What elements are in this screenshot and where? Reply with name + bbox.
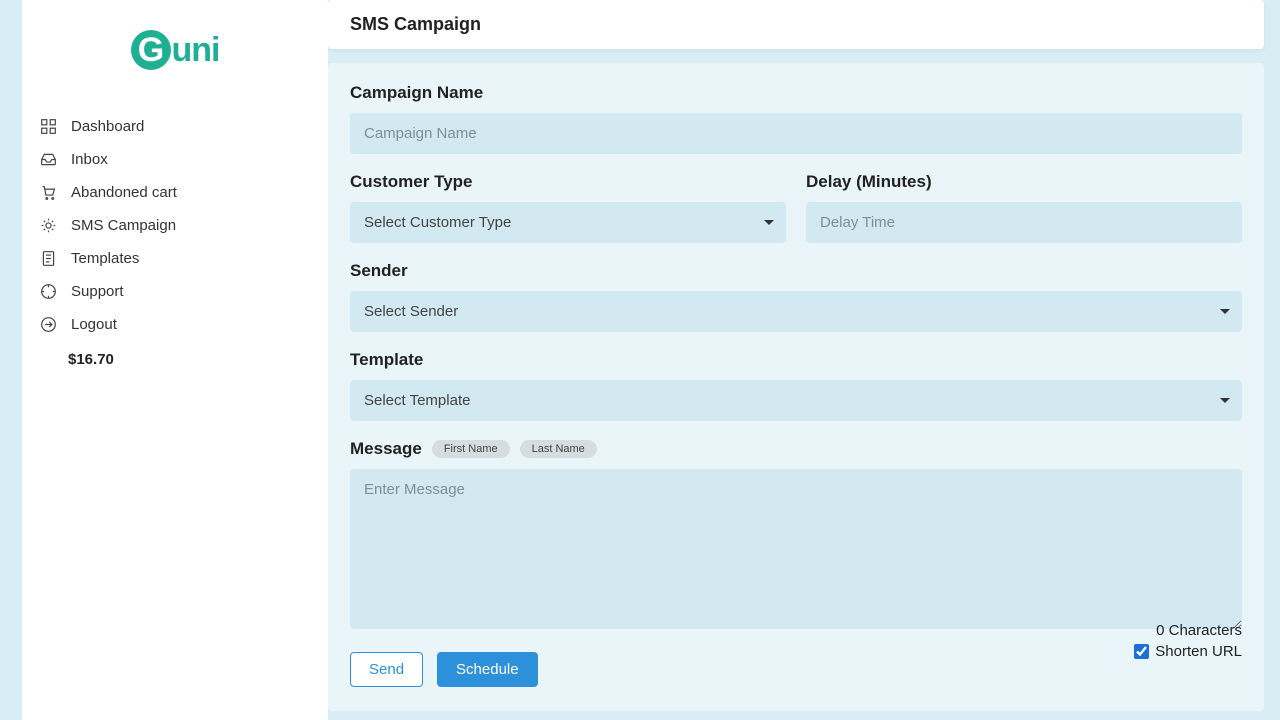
sidebar-item-abandoned-cart[interactable]: Abandoned cart [40,176,310,209]
logo: Guni [22,30,328,70]
sidebar-item-sms-campaign[interactable]: SMS Campaign [40,209,310,242]
page-header: SMS Campaign [328,0,1264,49]
sidebar-item-label: Inbox [71,151,108,168]
template-select[interactable]: Select Template [350,380,1242,421]
sidebar-item-label: Templates [71,250,139,267]
first-name-pill[interactable]: First Name [432,440,510,458]
sidebar-item-templates[interactable]: Templates [40,242,310,275]
inbox-icon [40,151,57,168]
message-textarea[interactable] [350,469,1242,629]
campaign-name-input[interactable] [350,113,1242,154]
templates-icon [40,250,57,267]
sidebar-item-label: Dashboard [71,118,144,135]
logo-rest: uni [172,31,220,69]
sidebar-item-label: Abandoned cart [71,184,177,201]
logo-letter: G [131,30,171,70]
shorten-url-checkbox[interactable] [1134,644,1149,659]
last-name-pill[interactable]: Last Name [520,440,597,458]
logout-icon [40,316,57,333]
send-button[interactable]: Send [350,652,423,687]
customer-type-label: Customer Type [350,172,786,192]
support-icon [40,283,57,300]
sidebar-item-support[interactable]: Support [40,275,310,308]
message-label-row: Message First Name Last Name [350,439,1242,459]
main: SMS Campaign Campaign Name Customer Type… [328,0,1280,720]
form-panel: Campaign Name Customer Type Select Custo… [328,63,1264,711]
message-label: Message [350,439,422,459]
sidebar-item-label: Logout [71,316,117,333]
delay-label: Delay (Minutes) [806,172,1242,192]
char-count: 0 Characters [1134,622,1242,639]
customer-type-select[interactable]: Select Customer Type [350,202,786,243]
nav: Dashboard Inbox Abandoned cart SMS Campa… [22,110,328,341]
campaign-name-label: Campaign Name [350,83,1242,103]
balance-amount: $16.70 [22,341,328,368]
dashboard-icon [40,118,57,135]
sidebar-item-label: SMS Campaign [71,217,176,234]
campaign-icon [40,217,57,234]
page-title: SMS Campaign [350,14,1242,35]
sidebar-item-dashboard[interactable]: Dashboard [40,110,310,143]
delay-input[interactable] [806,202,1242,243]
sender-label: Sender [350,261,1242,281]
cart-icon [40,184,57,201]
sidebar-item-label: Support [71,283,124,300]
sender-select[interactable]: Select Sender [350,291,1242,332]
sidebar-item-logout[interactable]: Logout [40,308,310,341]
sidebar: Guni Dashboard Inbox Abandoned cart SMS … [22,0,328,720]
template-label: Template [350,350,1242,370]
schedule-button[interactable]: Schedule [437,652,538,687]
sidebar-item-inbox[interactable]: Inbox [40,143,310,176]
shorten-url-label: Shorten URL [1155,643,1242,660]
